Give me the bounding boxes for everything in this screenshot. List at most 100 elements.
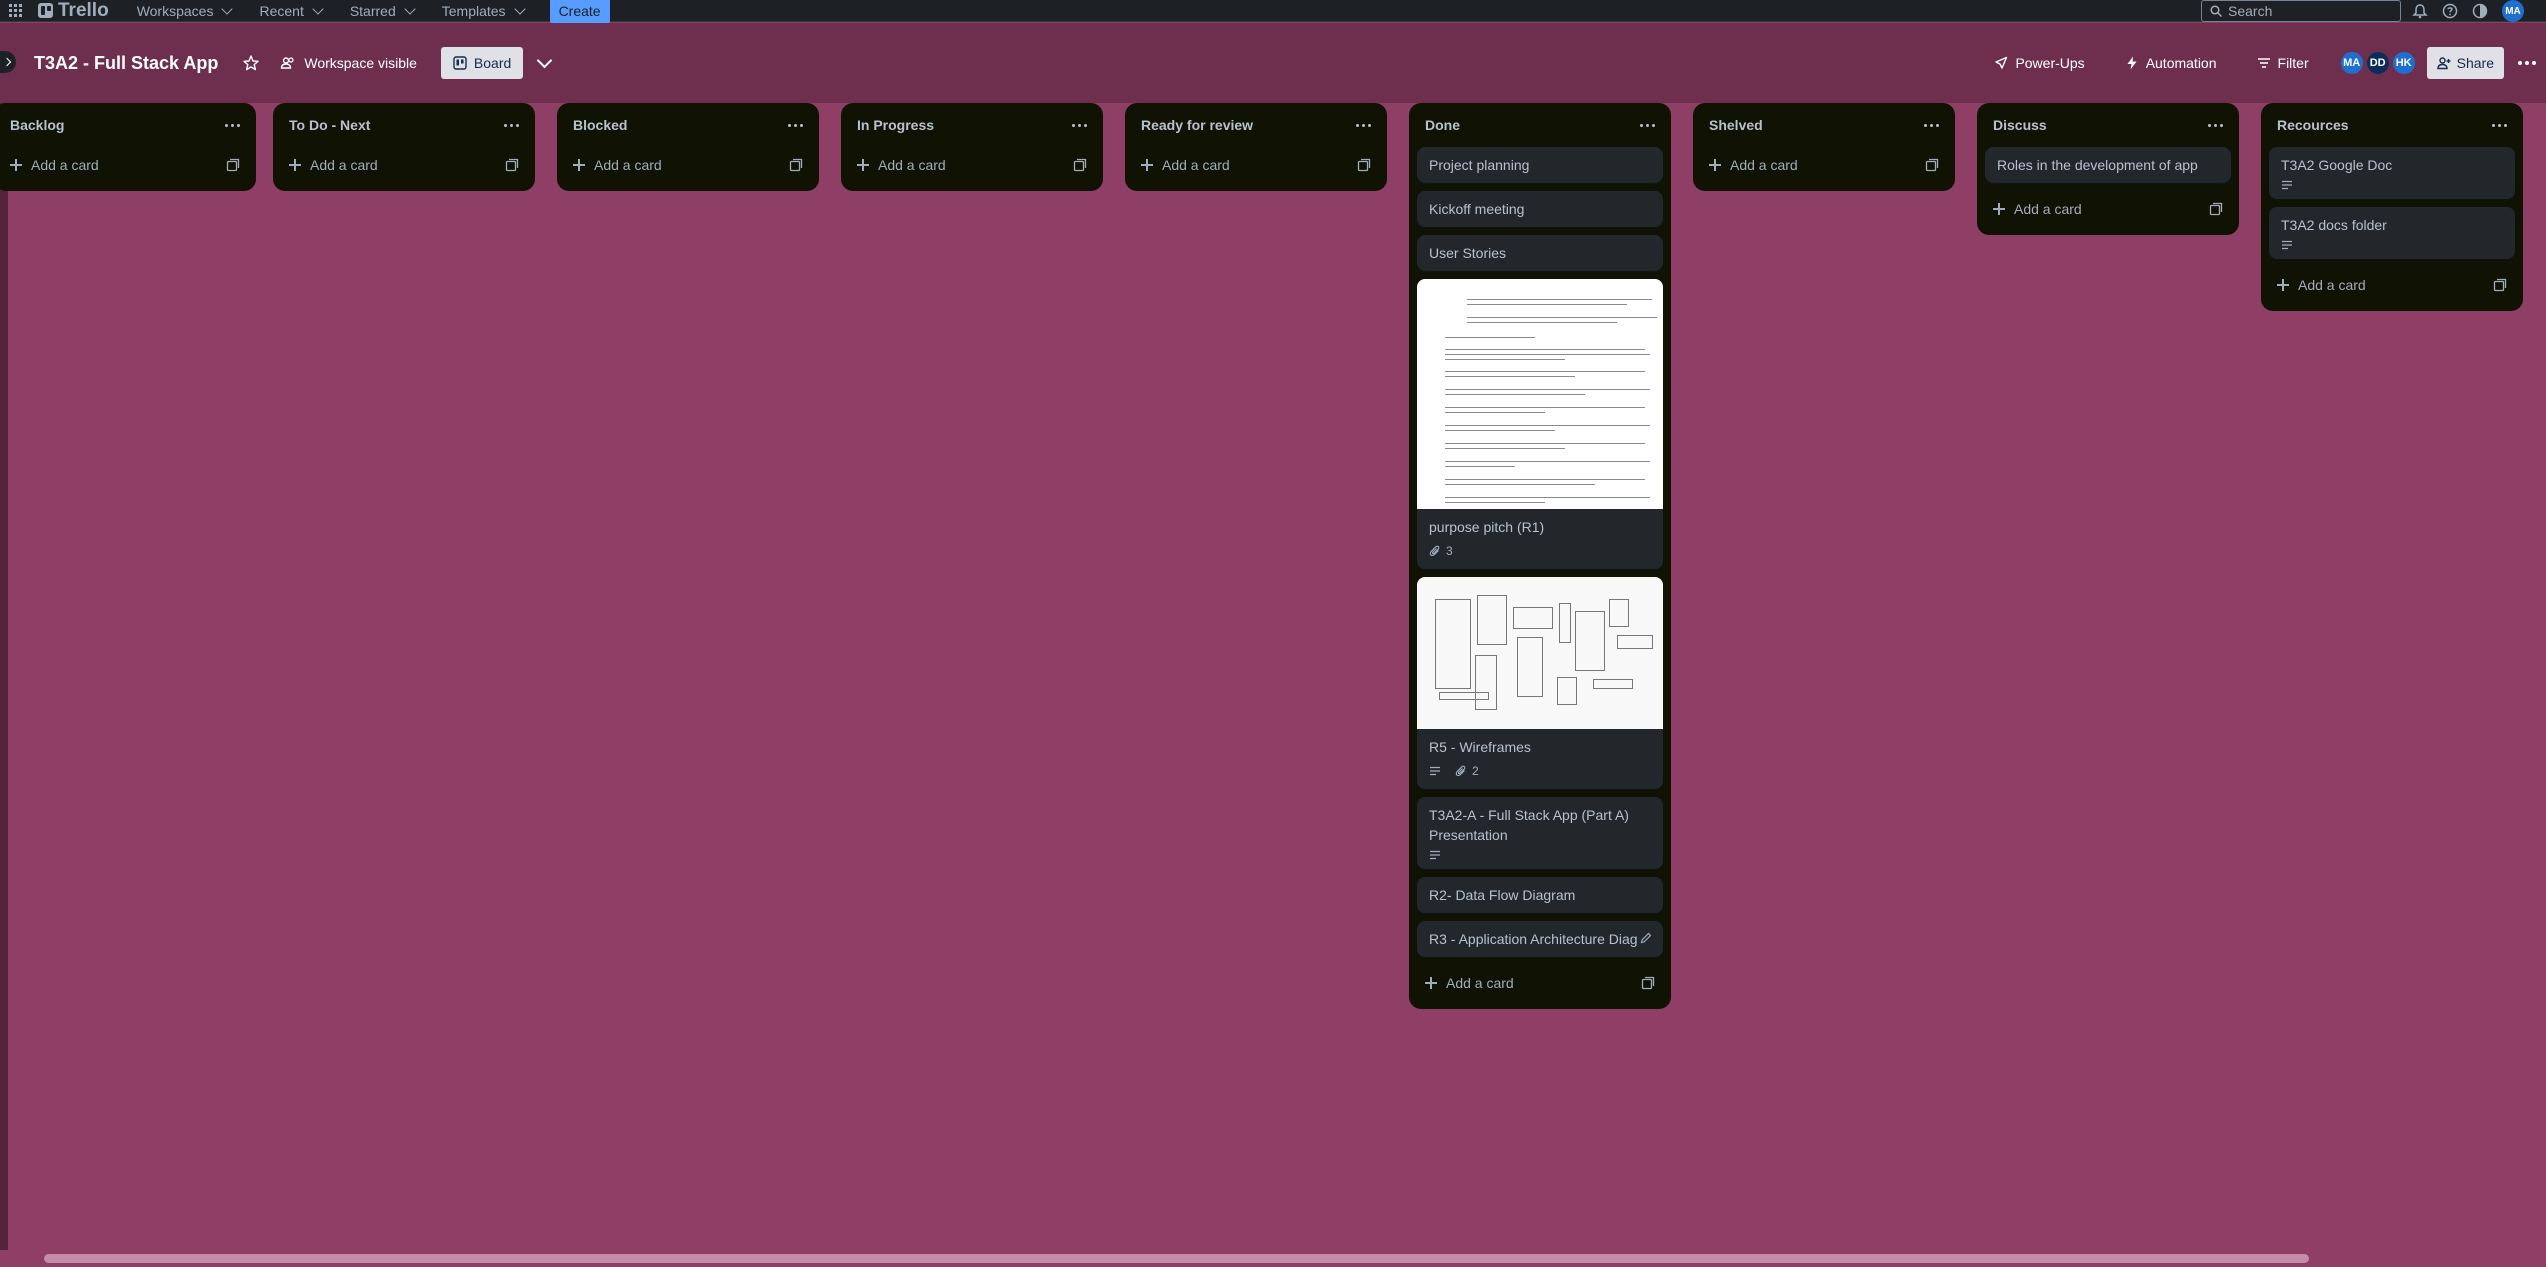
- share-label: Share: [2456, 55, 2494, 71]
- add-card-button[interactable]: Add a card: [857, 157, 946, 173]
- add-card-button[interactable]: Add a card: [2277, 277, 2366, 293]
- nav-recent[interactable]: Recent: [259, 3, 324, 19]
- list-header[interactable]: Done: [1417, 103, 1663, 147]
- list-header[interactable]: To Do - Next: [281, 103, 527, 147]
- paperclip-icon: [1429, 545, 1440, 557]
- automation-button[interactable]: Automation: [2125, 55, 2217, 71]
- list-menu-icon[interactable]: [225, 123, 240, 127]
- list-menu-icon[interactable]: [1072, 123, 1087, 127]
- list-header[interactable]: In Progress: [849, 103, 1095, 147]
- list-header[interactable]: Shelved: [1701, 103, 1947, 147]
- add-card-row: Add a card: [1701, 147, 1947, 183]
- list-menu-icon[interactable]: [504, 123, 519, 127]
- card-template-icon[interactable]: [505, 158, 519, 172]
- add-card-row: Add a card: [281, 147, 527, 183]
- card-template-icon[interactable]: [789, 158, 803, 172]
- card[interactable]: T3A2-A - Full Stack App (Part A) Present…: [1417, 797, 1663, 869]
- list-header[interactable]: Discuss: [1985, 103, 2231, 147]
- notifications-icon[interactable]: [2412, 3, 2428, 19]
- add-card-button[interactable]: Add a card: [573, 157, 662, 173]
- add-card-label: Add a card: [1446, 975, 1514, 991]
- create-button[interactable]: Create: [549, 0, 610, 24]
- add-card-button[interactable]: Add a card: [1709, 157, 1798, 173]
- board-members: MA DD HK: [2338, 50, 2417, 76]
- search-icon: [2210, 5, 2222, 17]
- search-input[interactable]: Search: [2201, 0, 2401, 22]
- board-title[interactable]: T3A2 - Full Stack App: [34, 53, 218, 74]
- board-menu-icon[interactable]: [2518, 61, 2536, 65]
- add-card-row: Add a card: [1417, 965, 1663, 1001]
- card-template-icon[interactable]: [1357, 158, 1371, 172]
- card[interactable]: User Stories: [1417, 235, 1663, 271]
- rocket-icon: [1995, 56, 2008, 69]
- add-card-button[interactable]: Add a card: [1141, 157, 1230, 173]
- add-card-button[interactable]: Add a card: [289, 157, 378, 173]
- add-card-button[interactable]: Add a card: [1993, 201, 2082, 217]
- list-title[interactable]: Shelved: [1709, 117, 1763, 133]
- member-avatar[interactable]: HK: [2390, 50, 2417, 76]
- add-card-button[interactable]: Add a card: [10, 157, 99, 173]
- plus-icon: [857, 159, 869, 171]
- nav-workspaces[interactable]: Workspaces: [137, 3, 234, 19]
- card-template-icon[interactable]: [226, 158, 240, 172]
- list-title[interactable]: Blocked: [573, 117, 627, 133]
- share-button[interactable]: Share: [2426, 47, 2504, 79]
- user-avatar[interactable]: MA: [2502, 0, 2524, 22]
- scrollbar-thumb[interactable]: [44, 1254, 2309, 1263]
- add-card-label: Add a card: [2298, 277, 2366, 293]
- list-menu-icon[interactable]: [1356, 123, 1371, 127]
- horizontal-scrollbar[interactable]: [0, 1250, 2546, 1267]
- member-avatar[interactable]: MA: [2338, 50, 2365, 76]
- card-template-icon[interactable]: [2209, 202, 2223, 216]
- workspace-visibility-button[interactable]: Workspace visible: [280, 55, 417, 71]
- card-template-icon[interactable]: [2493, 278, 2507, 292]
- view-switcher-chevron-icon[interactable]: [537, 52, 553, 68]
- card[interactable]: Project planning: [1417, 147, 1663, 183]
- filter-button[interactable]: Filter: [2257, 55, 2309, 71]
- card[interactable]: purpose pitch (R1) 3: [1417, 279, 1663, 569]
- nav-templates[interactable]: Templates: [441, 2, 526, 19]
- app-switcher-icon[interactable]: [4, 0, 26, 22]
- edit-pencil-icon[interactable]: [1639, 931, 1653, 945]
- list-menu-icon[interactable]: [2492, 123, 2507, 127]
- card[interactable]: R3 - Application Architecture Diag: [1417, 921, 1663, 957]
- list-header[interactable]: Ready for review: [1133, 103, 1379, 147]
- list-done: Done Project planning Kickoff meeting Us…: [1409, 103, 1671, 1009]
- list-title[interactable]: To Do - Next: [289, 117, 370, 133]
- card[interactable]: R5 - Wireframes 2: [1417, 577, 1663, 789]
- help-icon[interactable]: [2442, 3, 2458, 19]
- card-template-icon[interactable]: [1073, 158, 1087, 172]
- star-icon[interactable]: [242, 54, 260, 72]
- member-avatar[interactable]: DD: [2364, 50, 2391, 76]
- list-header[interactable]: Blocked: [565, 103, 811, 147]
- nav-starred[interactable]: Starred: [350, 3, 416, 19]
- card-title: Project planning: [1429, 157, 1530, 173]
- list-title[interactable]: Done: [1425, 117, 1460, 133]
- list-title[interactable]: Recources: [2277, 117, 2349, 133]
- card[interactable]: T3A2 Google Doc: [2269, 147, 2515, 199]
- board-view-button[interactable]: Board: [440, 47, 524, 79]
- card[interactable]: Kickoff meeting: [1417, 191, 1663, 227]
- trello-logo[interactable]: Trello: [38, 0, 109, 22]
- list-header[interactable]: Backlog: [2, 103, 248, 147]
- card-template-icon[interactable]: [1925, 158, 1939, 172]
- card[interactable]: R2- Data Flow Diagram: [1417, 877, 1663, 913]
- card-template-icon[interactable]: [1641, 976, 1655, 990]
- card[interactable]: T3A2 docs folder: [2269, 207, 2515, 259]
- list-menu-icon[interactable]: [2208, 123, 2223, 127]
- board-canvas: Backlog Add a card To Do - Next Add a ca…: [0, 103, 2546, 1243]
- list-menu-icon[interactable]: [1924, 123, 1939, 127]
- list-header[interactable]: Recources: [2269, 103, 2515, 147]
- card[interactable]: Roles in the development of app: [1985, 147, 2231, 183]
- list-title[interactable]: Discuss: [1993, 117, 2047, 133]
- nav-templates-label: Templates: [441, 2, 506, 19]
- list-menu-icon[interactable]: [1640, 123, 1655, 127]
- power-ups-button[interactable]: Power-Ups: [1994, 55, 2085, 71]
- list-title[interactable]: Backlog: [10, 117, 64, 133]
- sidebar-expand-button[interactable]: [0, 51, 16, 73]
- add-card-button[interactable]: Add a card: [1425, 975, 1514, 991]
- list-title[interactable]: Ready for review: [1141, 117, 1253, 133]
- list-menu-icon[interactable]: [788, 123, 803, 127]
- list-title[interactable]: In Progress: [857, 117, 934, 133]
- theme-toggle-icon[interactable]: [2472, 3, 2488, 19]
